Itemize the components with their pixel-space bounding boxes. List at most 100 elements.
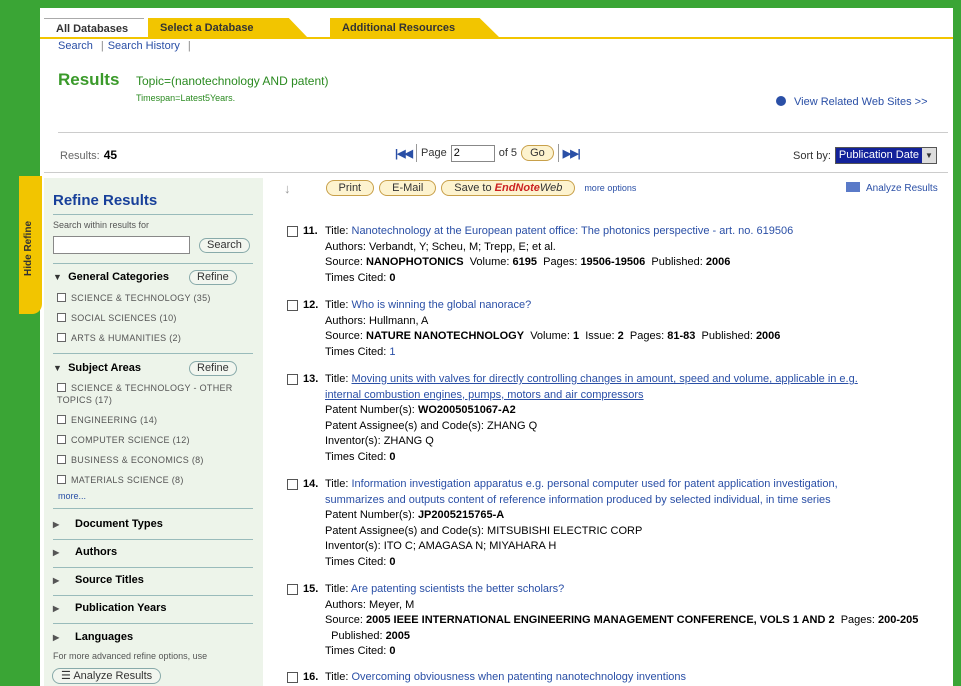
record-checkbox[interactable]	[287, 300, 298, 311]
tab-select-database[interactable]: Select a Database	[148, 18, 308, 38]
record-item: 15. Title: Are patenting scientists the …	[287, 582, 947, 660]
triangle-right-icon: ▶	[53, 520, 60, 529]
go-button[interactable]: Go	[521, 145, 554, 161]
checkbox[interactable]	[57, 475, 66, 484]
source-titles-section[interactable]: ▶ Source Titles	[53, 574, 144, 586]
checkbox[interactable]	[57, 435, 66, 444]
record-authors: Authors: Hullmann, A	[325, 314, 947, 330]
record-title-link[interactable]: Who is winning the global nanorace?	[352, 299, 532, 311]
record-patent-number: Patent Number(s): WO2005051067-A2	[325, 403, 947, 419]
frame-right	[953, 0, 961, 686]
subject-checkbox[interactable]: MATERIALS SCIENCE (8)	[57, 474, 247, 486]
cited-value: 0	[389, 271, 396, 284]
source-label: Source:	[325, 256, 363, 268]
checkbox[interactable]	[57, 455, 66, 464]
record-title-link[interactable]: Overcoming obviousness when patenting na…	[352, 671, 687, 683]
search-within-label: Search within results for	[53, 220, 150, 230]
publication-years-section[interactable]: ▶ Publication Years	[53, 602, 167, 614]
record-checkbox[interactable]	[287, 226, 298, 237]
related-web-sites-link[interactable]: View Related Web Sites >>	[776, 96, 928, 108]
triangle-right-icon: ▶	[53, 576, 60, 585]
cited-value: 0	[389, 555, 396, 568]
tab-additional-resources[interactable]: Additional Resources	[330, 18, 500, 38]
record-source: Source: NATURE NANOTECHNOLOGY Volume: 1 …	[325, 329, 947, 345]
first-page-icon[interactable]: |◀◀	[395, 147, 413, 160]
analyze-results-button[interactable]: ☰ Analyze Results	[52, 668, 162, 684]
frame-left	[0, 0, 40, 686]
checkbox[interactable]	[57, 333, 66, 342]
record-title-link-cont[interactable]: summarizes and outputs content of refere…	[325, 494, 831, 506]
advanced-refine-note: For more advanced refine options, use	[53, 651, 208, 661]
record-checkbox[interactable]	[287, 374, 298, 385]
print-button[interactable]: Print	[325, 180, 375, 196]
checkbox[interactable]	[57, 415, 66, 424]
cited-value-link[interactable]: 1	[389, 346, 395, 358]
section-label: Authors	[75, 546, 118, 558]
record-title-link-cont[interactable]: internal combustion engines, pumps, moto…	[325, 389, 644, 401]
refine-panel: Refine Results Search within results for…	[44, 178, 263, 686]
record-title-link[interactable]: Information investigation apparatus e.g.…	[352, 478, 838, 490]
record-item: 12. Title: Who is winning the global nan…	[287, 298, 947, 360]
checkbox[interactable]	[57, 383, 66, 392]
checkbox[interactable]	[57, 293, 66, 302]
subject-checkbox[interactable]: BUSINESS & ECONOMICS (8)	[57, 454, 247, 466]
title-label: Title:	[325, 299, 349, 311]
record-title-line-2: internal combustion engines, pumps, moto…	[325, 388, 947, 404]
last-page-icon[interactable]: ▶▶|	[563, 147, 581, 160]
record-checkbox[interactable]	[287, 672, 298, 683]
record-title-link[interactable]: Nanotechnology at the European patent of…	[352, 225, 794, 237]
record-checkbox[interactable]	[287, 584, 298, 595]
issue-value: 2	[617, 330, 624, 342]
record-title-link[interactable]: Are patenting scientists the better scho…	[351, 583, 564, 595]
more-options-link[interactable]: more options	[584, 183, 636, 193]
record-assignee: Patent Assignee(s) and Code(s): ZHANG Q	[325, 419, 947, 435]
record-title-link[interactable]: Moving units with valves for directly co…	[352, 373, 858, 385]
category-label: SCIENCE & TECHNOLOGY (35)	[71, 293, 211, 303]
refine-subject-button[interactable]: Refine	[189, 361, 237, 376]
published-value: 2005	[385, 629, 411, 642]
document-types-section[interactable]: ▶ Document Types	[53, 518, 163, 530]
source-value: NATURE NANOTECHNOLOGY	[365, 330, 525, 342]
category-checkbox[interactable]: SOCIAL SCIENCES (10)	[57, 312, 247, 324]
record-body: Title: Are patenting scientists the bett…	[325, 582, 947, 660]
general-categories-header[interactable]: ▼ General Categories	[53, 271, 169, 283]
source-value: NANOPHOTONICS	[365, 256, 464, 268]
title-label: Title:	[325, 583, 349, 595]
authors-section[interactable]: ▶ Authors	[53, 546, 117, 558]
authors-label: Authors:	[325, 598, 366, 611]
record-number: 12.	[303, 299, 319, 311]
more-link[interactable]: more...	[58, 491, 86, 501]
record-authors: Authors: Verbandt, Y; Scheu, M; Trepp, E…	[325, 240, 947, 256]
hide-refine-tab[interactable]: Hide Refine	[19, 176, 42, 314]
sort-select[interactable]: Publication Date ▼	[834, 147, 938, 164]
email-button[interactable]: E-Mail	[379, 180, 437, 196]
record-cited: Times Cited: 0	[325, 271, 947, 287]
search-within-button[interactable]: Search	[199, 238, 250, 253]
save-to-endnote-web-button[interactable]: Save to EndNoteWeb	[441, 180, 576, 196]
search-link[interactable]: Search	[58, 40, 93, 52]
checkbox[interactable]	[57, 313, 66, 322]
record-checkbox[interactable]	[287, 479, 298, 490]
subject-label: SCIENCE & TECHNOLOGY - OTHER TOPICS (17)	[57, 383, 233, 405]
tab-all-databases[interactable]: All Databases	[44, 18, 144, 38]
analyze-results-link[interactable]: Analyze Results	[846, 182, 938, 194]
search-history-link[interactable]: Search History	[108, 40, 180, 52]
search-within-input[interactable]	[53, 236, 190, 254]
subject-checkbox[interactable]: SCIENCE & TECHNOLOGY - OTHER TOPICS (17)	[57, 382, 247, 406]
refine-general-button[interactable]: Refine	[189, 270, 237, 285]
subject-checkbox[interactable]: ENGINEERING (14)	[57, 414, 247, 426]
volume-label: Volume:	[469, 256, 510, 268]
sub-navigation: Search | Search History |	[58, 40, 195, 52]
endnote-label: EndNote	[494, 182, 540, 194]
record-number: 13.	[303, 373, 319, 385]
category-checkbox[interactable]: SCIENCE & TECHNOLOGY (35)	[57, 292, 247, 304]
subject-areas-header[interactable]: ▼ Subject Areas	[53, 362, 141, 374]
languages-section[interactable]: ▶ Languages	[53, 631, 133, 643]
inventor-value: ITO C; AMAGASA N; MIYAHARA H	[383, 540, 557, 552]
subject-areas-label: Subject Areas	[68, 362, 142, 374]
category-checkbox[interactable]: ARTS & HUMANITIES (2)	[57, 332, 247, 344]
assignee-label: Patent Assignee(s) and Code(s):	[325, 419, 484, 432]
chevron-down-icon: ▼	[922, 148, 937, 163]
subject-checkbox[interactable]: COMPUTER SCIENCE (12)	[57, 434, 247, 446]
page-number-input[interactable]	[450, 144, 495, 162]
